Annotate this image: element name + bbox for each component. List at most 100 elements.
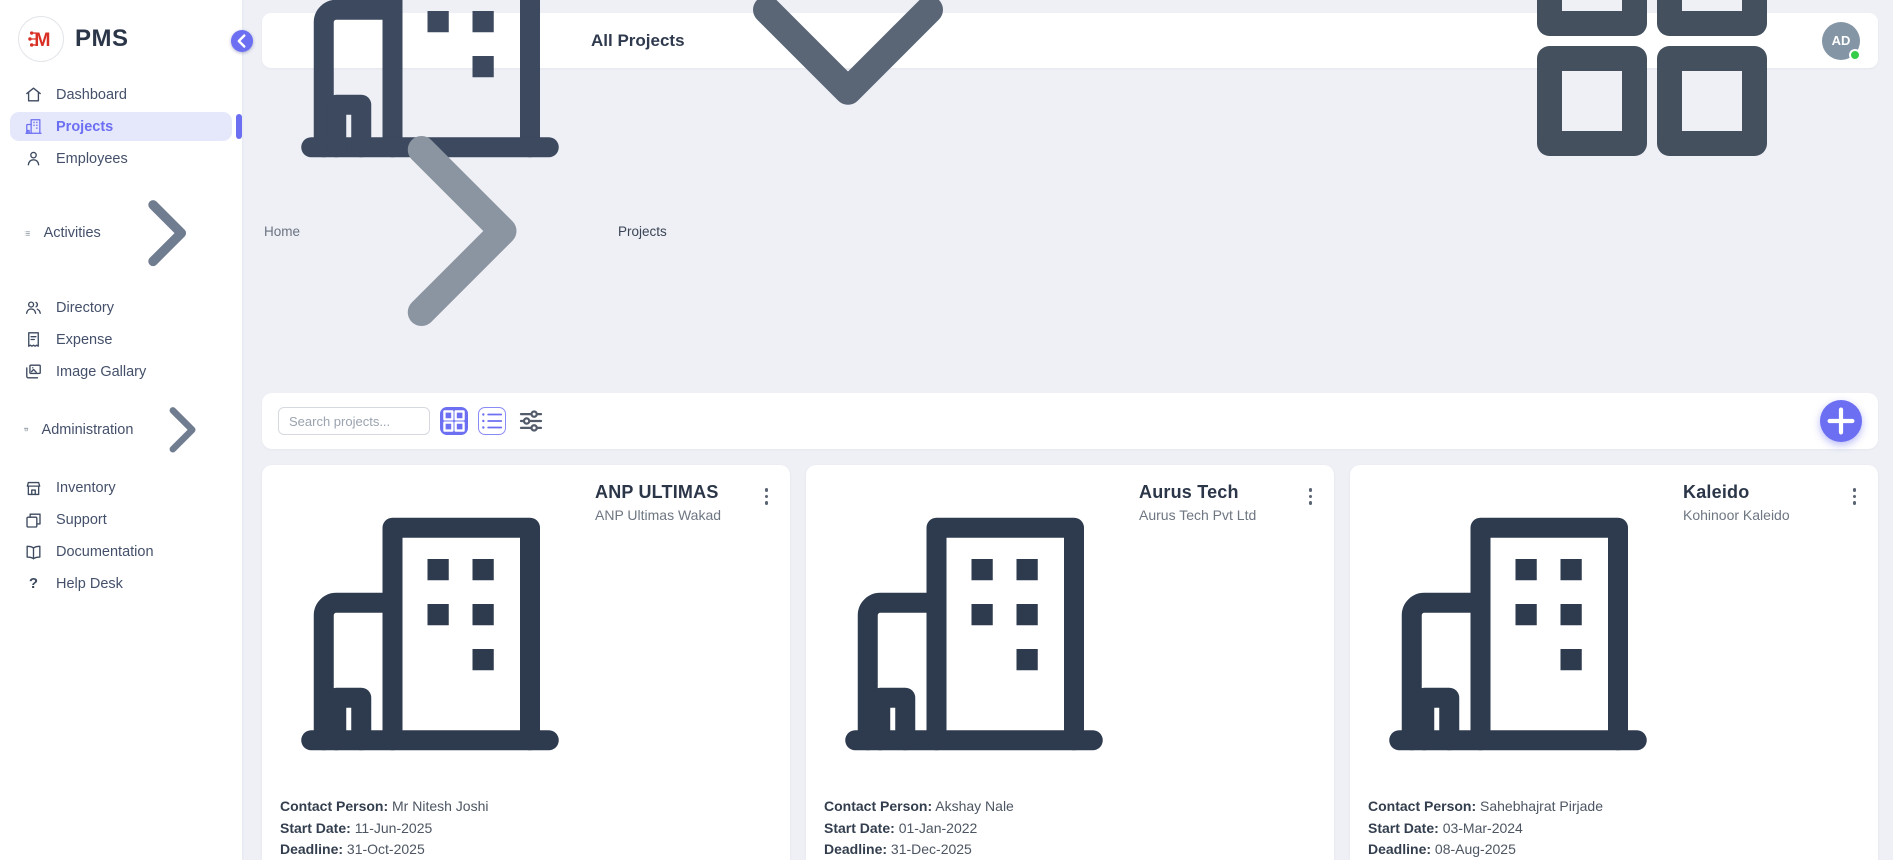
sidebar-item-employees[interactable]: Employees <box>10 144 232 173</box>
deadline-value: 31-Dec-2025 <box>891 841 972 857</box>
breadcrumb: Home Projects <box>262 68 1878 393</box>
online-status-dot <box>1849 49 1861 61</box>
sliders-icon <box>516 406 546 436</box>
project-subtitle: Aurus Tech Pvt Ltd <box>1139 507 1256 523</box>
start-date-label: Start Date: <box>824 820 895 836</box>
home-icon <box>24 85 43 104</box>
sidebar-item-help-desk[interactable]: ? Help Desk <box>10 570 232 599</box>
project-card[interactable]: Kaleido Kohinoor Kaleido Contact Person:… <box>1350 465 1878 860</box>
user-avatar[interactable]: AD <box>1822 22 1860 60</box>
page-header: All Projects AD <box>262 13 1878 68</box>
project-subtitle: ANP Ultimas Wakad <box>595 507 721 523</box>
sidebar-item-label: Dashboard <box>56 87 127 103</box>
breadcrumb-current: Projects <box>618 224 667 239</box>
sidebar-item-projects[interactable]: Projects <box>10 112 232 141</box>
sidebar-item-expense[interactable]: Expense <box>10 325 232 354</box>
page-title: All Projects <box>591 31 685 51</box>
list-icon <box>24 224 31 243</box>
sidebar-item-image-gallary[interactable]: Image Gallary <box>10 357 232 386</box>
sidebar-item-label: Expense <box>56 332 112 348</box>
sidebar-item-label: Support <box>56 512 107 528</box>
start-date-value: 11-Jun-2025 <box>355 820 433 836</box>
start-date-label: Start Date: <box>280 820 351 836</box>
project-details: Contact Person: Sahebhajrat Pirjade Star… <box>1350 784 1878 860</box>
sidebar-item-directory[interactable]: Directory <box>10 293 232 322</box>
sidebar-item-administration[interactable]: Administration <box>10 389 232 471</box>
book-icon <box>24 543 43 562</box>
card-menu-button[interactable] <box>761 482 773 511</box>
building-icon <box>280 484 580 784</box>
person-icon <box>24 149 43 168</box>
grid-view-icon <box>440 407 468 435</box>
buildings-icon <box>24 117 43 136</box>
sidebar-item-label: Activities <box>44 225 101 241</box>
sidebar-item-label: Administration <box>42 422 134 438</box>
contact-value: Mr Nitesh Joshi <box>392 798 488 814</box>
project-details: Contact Person: Akshay Nale Start Date: … <box>806 784 1334 860</box>
sidebar-item-inventory[interactable]: Inventory <box>10 474 232 503</box>
chevron-right-icon <box>309 81 609 381</box>
project-card-grid: ANP ULTIMAS ANP Ultimas Wakad Contact Pe… <box>262 465 1878 860</box>
main-content: All Projects AD Home Projects <box>242 0 1893 860</box>
brand-name: PMS <box>75 25 129 53</box>
sidebar-item-label: Employees <box>56 151 128 167</box>
grid-view-button[interactable] <box>440 407 468 435</box>
project-subtitle: Kohinoor Kaleido <box>1683 507 1790 523</box>
contact-label: Contact Person: <box>280 798 388 814</box>
sidebar-item-label: Image Gallary <box>56 364 146 380</box>
archive-icon <box>24 420 29 439</box>
sidebar-item-documentation[interactable]: Documentation <box>10 538 232 567</box>
sidebar-item-label: Inventory <box>56 480 116 496</box>
chevron-left-icon <box>231 30 253 52</box>
list-view-icon <box>479 408 505 434</box>
start-date-value: 03-Mar-2024 <box>1443 820 1523 836</box>
chevron-right-icon <box>146 394 218 466</box>
receipt-icon <box>24 330 43 349</box>
deadline-value: 08-Aug-2025 <box>1435 841 1516 857</box>
search-input[interactable] <box>278 407 430 435</box>
sidebar-item-dashboard[interactable]: Dashboard <box>10 80 232 109</box>
gallery-icon <box>24 362 43 381</box>
contact-value: Sahebhajrat Pirjade <box>1480 798 1603 814</box>
sidebar-item-support[interactable]: Support <box>10 506 232 535</box>
project-title: Aurus Tech <box>1139 482 1256 503</box>
sidebar-item-label: Help Desk <box>56 576 123 592</box>
list-view-button[interactable] <box>478 407 506 435</box>
start-date-value: 01-Jan-2022 <box>899 820 978 836</box>
help-icon: ? <box>24 575 43 594</box>
projects-toolbar <box>262 393 1878 449</box>
project-card[interactable]: ANP ULTIMAS ANP Ultimas Wakad Contact Pe… <box>262 465 790 860</box>
card-menu-button[interactable] <box>1305 482 1317 511</box>
start-date-label: Start Date: <box>1368 820 1439 836</box>
building-icon <box>1368 484 1668 784</box>
project-title: Kaleido <box>1683 482 1790 503</box>
people-icon <box>24 298 43 317</box>
deadline-value: 31-Oct-2025 <box>347 841 425 857</box>
chevron-right-icon <box>114 181 218 285</box>
sidebar-nav: Dashboard Projects Employees Activities … <box>0 80 242 599</box>
filter-button[interactable] <box>516 406 546 436</box>
card-menu-button[interactable] <box>1849 482 1861 511</box>
deadline-label: Deadline: <box>1368 841 1431 857</box>
project-card[interactable]: Aurus Tech Aurus Tech Pvt Ltd Contact Pe… <box>806 465 1334 860</box>
deadline-label: Deadline: <box>280 841 343 857</box>
sidebar-item-activities[interactable]: Activities <box>10 176 232 290</box>
sidebar: M PMS Dashboard Projects Employees Activ… <box>0 0 242 860</box>
contact-label: Contact Person: <box>1368 798 1476 814</box>
plus-icon <box>1820 400 1862 442</box>
add-project-button[interactable] <box>1820 400 1862 442</box>
sidebar-item-label: Directory <box>56 300 114 316</box>
project-details: Contact Person: Mr Nitesh Joshi Start Da… <box>262 784 790 860</box>
store-icon <box>24 479 43 498</box>
project-title: ANP ULTIMAS <box>595 482 721 503</box>
breadcrumb-home[interactable]: Home <box>264 224 300 239</box>
sidebar-collapse-button[interactable] <box>231 30 253 52</box>
sidebar-item-label: Projects <box>56 119 113 135</box>
brand-logo: M PMS <box>0 0 242 76</box>
copy-icon <box>24 511 43 530</box>
sidebar-item-label: Documentation <box>56 544 154 560</box>
avatar-initials: AD <box>1832 33 1851 48</box>
svg-text:M: M <box>34 29 50 51</box>
building-icon <box>824 484 1124 784</box>
logo-m-icon: M <box>18 16 64 62</box>
